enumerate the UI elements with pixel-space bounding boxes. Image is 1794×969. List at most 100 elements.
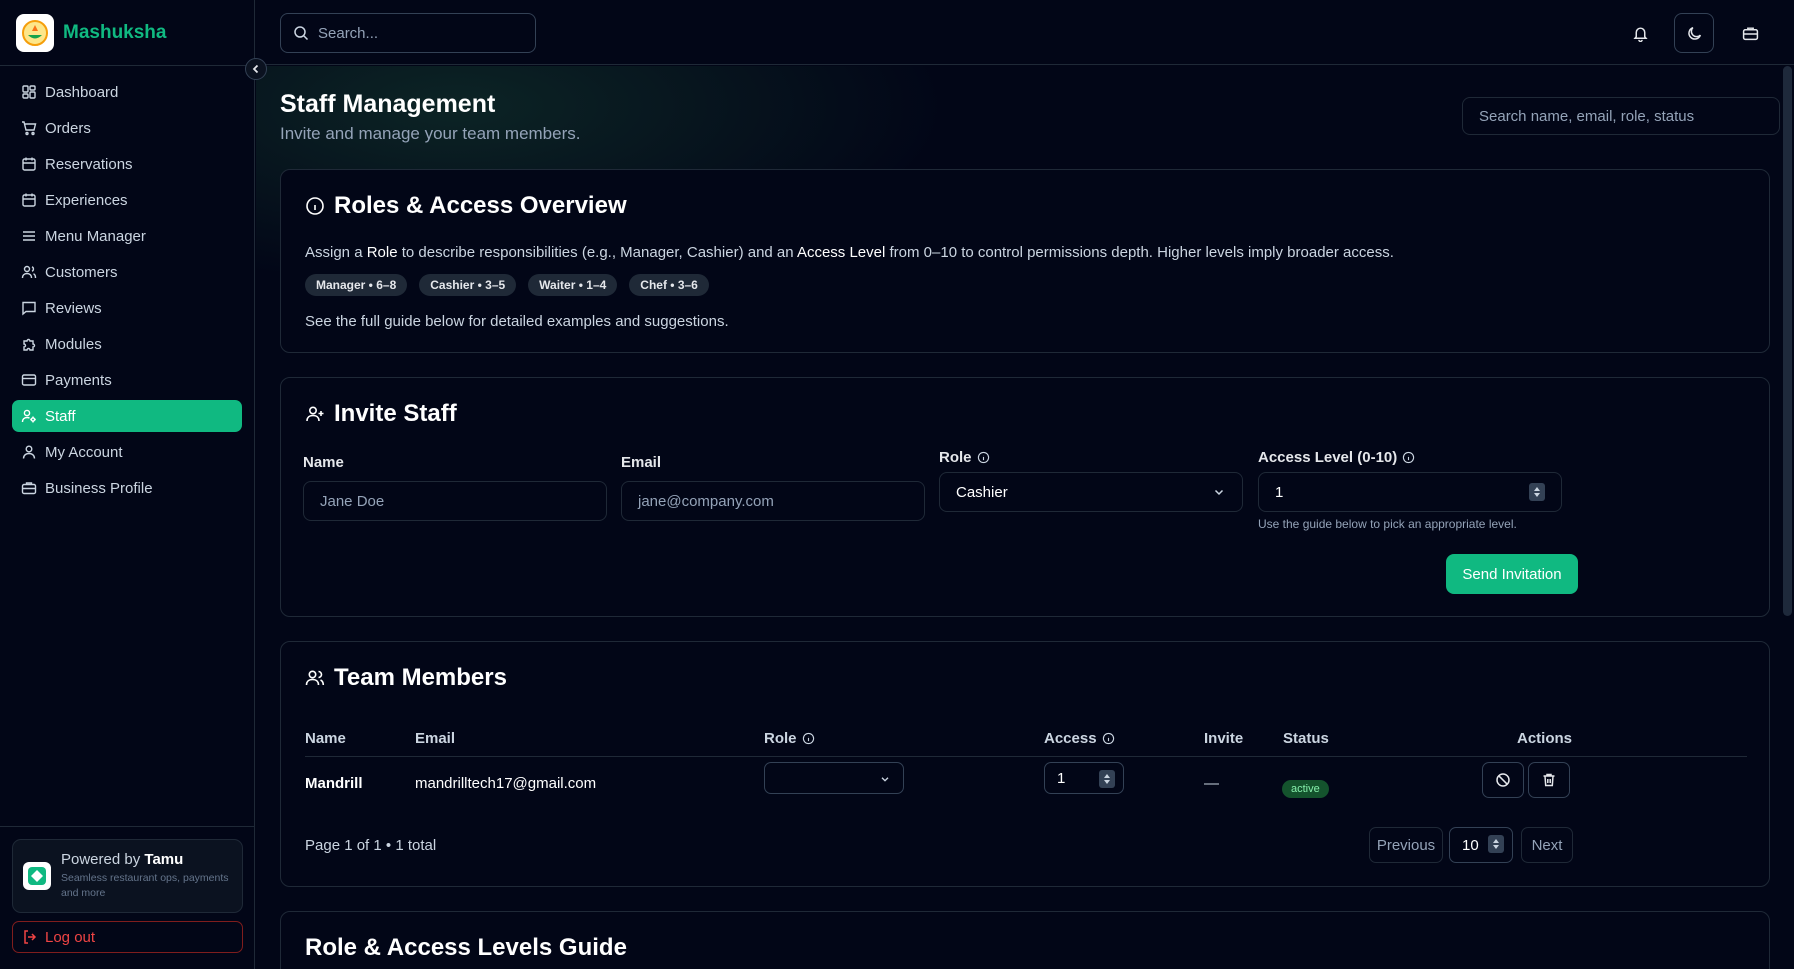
- info-icon[interactable]: [977, 451, 990, 464]
- powered-by-name: Tamu: [144, 851, 184, 868]
- logout-icon: [24, 930, 37, 944]
- email-input[interactable]: jane@company.com: [621, 481, 925, 521]
- business-menu-button[interactable]: [1730, 13, 1770, 53]
- delete-member-button[interactable]: [1528, 762, 1570, 798]
- column-header-status-text: Status: [1283, 730, 1329, 747]
- role-label-text: Role: [939, 449, 972, 466]
- sidebar-item-reviews[interactable]: Reviews: [12, 292, 242, 324]
- status-badge: active: [1282, 780, 1329, 798]
- sidebar-item-label: Reviews: [45, 299, 102, 317]
- trash-icon: [1543, 773, 1555, 787]
- member-access-value: 1: [1057, 769, 1066, 787]
- overview-access-term: Access Level: [796, 244, 886, 261]
- main-content: Staff Management Invite and manage your …: [256, 66, 1780, 969]
- role-select-value: Cashier: [956, 483, 1008, 501]
- email-placeholder: jane@company.com: [638, 492, 774, 510]
- overview-title: Roles & Access Overview: [305, 192, 627, 220]
- column-header-name: Name: [305, 730, 346, 747]
- page-scrollbar[interactable]: [1783, 66, 1792, 616]
- pagination-info: Page 1 of 1 • 1 total: [305, 837, 437, 854]
- previous-page-button[interactable]: Previous: [1369, 827, 1443, 863]
- overview-footer: See the full guide below for detailed ex…: [305, 313, 729, 330]
- email-label: Email: [621, 454, 661, 471]
- logout-button[interactable]: Log out: [12, 921, 243, 953]
- access-level-value: 1: [1275, 483, 1284, 501]
- sidebar-item-menu-manager[interactable]: Menu Manager: [12, 220, 242, 252]
- invite-title: Invite Staff: [305, 400, 457, 428]
- chevron-left-icon: [252, 64, 259, 74]
- users-icon: [21, 265, 37, 279]
- role-chip-cashier: Cashier • 3–5: [419, 274, 517, 296]
- column-header-name-text: Name: [305, 730, 346, 747]
- collapse-sidebar-button[interactable]: [245, 58, 267, 80]
- name-label: Name: [303, 454, 344, 471]
- access-level-hint: Use the guide below to pick an appropria…: [1258, 517, 1517, 531]
- sidebar-item-orders[interactable]: Orders: [12, 112, 242, 144]
- next-page-button[interactable]: Next: [1521, 827, 1573, 863]
- name-label-text: Name: [303, 454, 344, 471]
- chevron-down-icon: [1214, 489, 1224, 496]
- member-access-stepper[interactable]: [1099, 770, 1115, 788]
- guide-title-text: Role & Access Levels Guide: [305, 934, 627, 961]
- column-header-role-text: Role: [764, 730, 797, 747]
- sidebar-item-my-account[interactable]: My Account: [12, 436, 242, 468]
- dashboard-icon: [22, 85, 36, 99]
- member-access-input[interactable]: 1: [1044, 762, 1124, 794]
- notifications-button[interactable]: [1620, 13, 1660, 53]
- calendar-icon: [22, 157, 36, 171]
- team-title-text: Team Members: [334, 664, 507, 691]
- column-header-actions: Actions: [1517, 730, 1572, 747]
- sidebar-item-reservations[interactable]: Reservations: [12, 148, 242, 180]
- powered-by-subtitle: Seamless restaurant ops, payments and mo…: [61, 872, 229, 899]
- sidebar-item-label: Business Profile: [45, 479, 153, 497]
- overview-title-text: Roles & Access Overview: [334, 192, 627, 219]
- briefcase-icon: [21, 482, 37, 495]
- brand[interactable]: Mashuksha: [0, 0, 254, 66]
- sidebar-item-experiences[interactable]: Experiences: [12, 184, 242, 216]
- access-level-stepper[interactable]: [1529, 483, 1545, 501]
- page-size-stepper[interactable]: [1488, 835, 1504, 853]
- sidebar-item-staff[interactable]: Staff: [12, 400, 242, 432]
- sidebar-item-modules[interactable]: Modules: [12, 328, 242, 360]
- column-header-actions-text: Actions: [1517, 730, 1573, 747]
- send-invitation-button[interactable]: Send Invitation: [1446, 554, 1578, 594]
- name-placeholder: Jane Doe: [320, 492, 385, 510]
- access-level-input[interactable]: 1: [1258, 472, 1562, 512]
- menu-icon: [23, 231, 35, 241]
- powered-by-card[interactable]: Powered by Tamu Seamless restaurant ops,…: [12, 839, 243, 913]
- info-icon[interactable]: [1402, 451, 1415, 464]
- role-select[interactable]: Cashier: [939, 472, 1243, 512]
- calendar-icon: [22, 193, 36, 207]
- sidebar-footer: Powered by Tamu Seamless restaurant ops,…: [0, 826, 255, 969]
- brand-logo: [16, 13, 54, 52]
- user-plus-icon: [306, 406, 324, 422]
- staff-search-input[interactable]: Search name, email, role, status: [1462, 97, 1780, 135]
- sidebar-item-dashboard[interactable]: Dashboard: [12, 76, 242, 108]
- sidebar-item-label: Customers: [45, 263, 118, 281]
- role-label: Role: [939, 449, 990, 466]
- search-icon: [294, 26, 309, 41]
- sidebar-item-customers[interactable]: Customers: [12, 256, 242, 288]
- column-header-access-text: Access: [1044, 730, 1097, 747]
- overview-text-1: Assign a: [305, 244, 367, 261]
- info-icon[interactable]: [1102, 732, 1115, 745]
- invite-staff-card: Invite Staff Name Jane Doe Email jane@co…: [280, 377, 1770, 617]
- sidebar-item-payments[interactable]: Payments: [12, 364, 242, 396]
- user-cog-icon: [21, 409, 36, 423]
- member-role-select[interactable]: [764, 762, 904, 794]
- column-header-invite-text: Invite: [1204, 730, 1244, 747]
- name-input[interactable]: Jane Doe: [303, 481, 607, 521]
- member-invite: —: [1204, 775, 1219, 792]
- info-icon[interactable]: [802, 732, 815, 745]
- page-size-input[interactable]: 10: [1449, 827, 1513, 863]
- bell-icon: [1632, 26, 1648, 42]
- roles-access-overview-card: Roles & Access Overview Assign a Role to…: [280, 169, 1770, 353]
- global-search-placeholder: Search...: [318, 24, 379, 42]
- table-divider: [305, 756, 1747, 757]
- theme-toggle-button[interactable]: [1674, 13, 1714, 53]
- global-search-input[interactable]: Search...: [280, 13, 536, 53]
- overview-text-3: from 0–10 to control permissions depth. …: [885, 244, 1394, 261]
- deactivate-member-button[interactable]: [1482, 762, 1524, 798]
- user-icon: [22, 445, 36, 459]
- sidebar-item-business-profile[interactable]: Business Profile: [12, 472, 242, 504]
